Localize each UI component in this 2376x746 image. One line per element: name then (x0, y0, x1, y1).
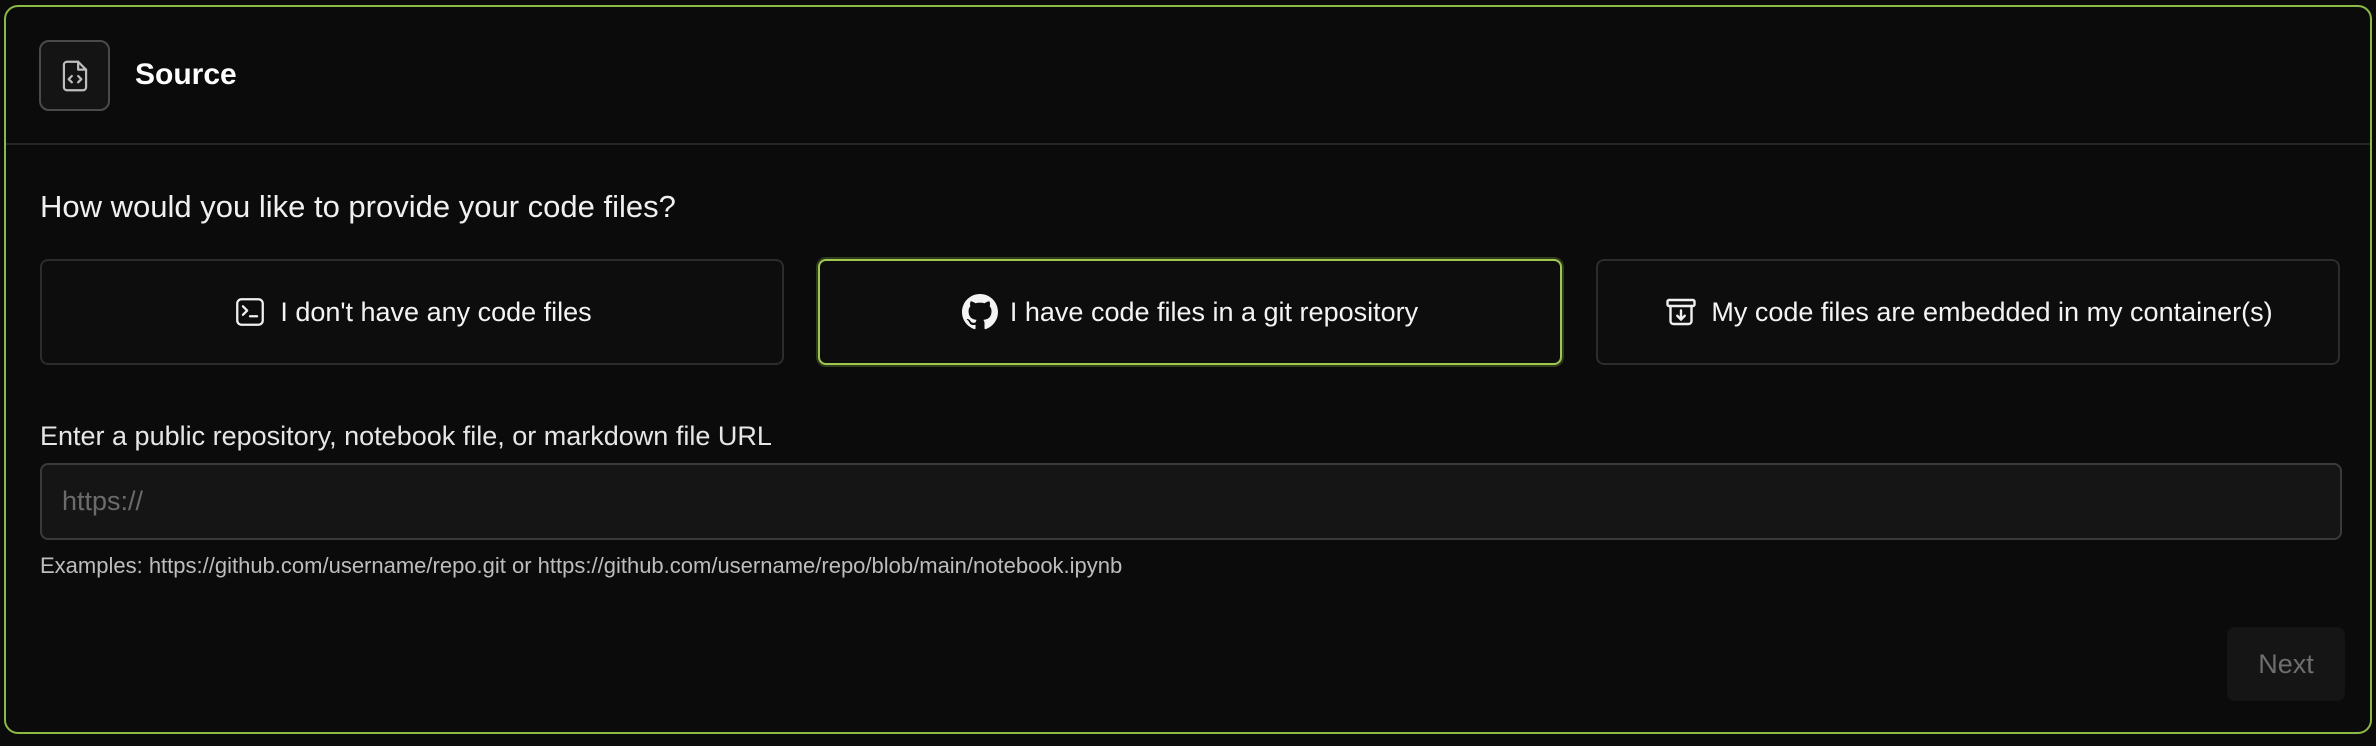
source-question: How would you like to provide your code … (40, 189, 676, 224)
source-header: Source (6, 7, 2370, 145)
option-label: My code files are embedded in my contain… (1711, 296, 2273, 327)
file-code-icon (39, 40, 110, 111)
option-label: I don't have any code files (280, 296, 592, 327)
source-card: Source How would you like to provide you… (4, 5, 2372, 734)
option-git-repository[interactable]: I have code files in a git repository (818, 259, 1562, 365)
option-no-code-files[interactable]: I don't have any code files (40, 259, 784, 365)
terminal-icon (232, 294, 268, 330)
repository-url-input[interactable] (40, 463, 2342, 540)
option-embedded-in-container[interactable]: My code files are embedded in my contain… (1596, 259, 2340, 365)
github-icon (961, 294, 998, 330)
url-field-help: Examples: https://github.com/username/re… (40, 553, 1123, 578)
next-button[interactable]: Next (2227, 627, 2345, 701)
page-title: Source (135, 58, 237, 91)
archive-download-icon (1663, 294, 1699, 330)
option-label: I have code files in a git repository (1009, 296, 1419, 327)
url-field-label: Enter a public repository, notebook file… (40, 421, 772, 451)
